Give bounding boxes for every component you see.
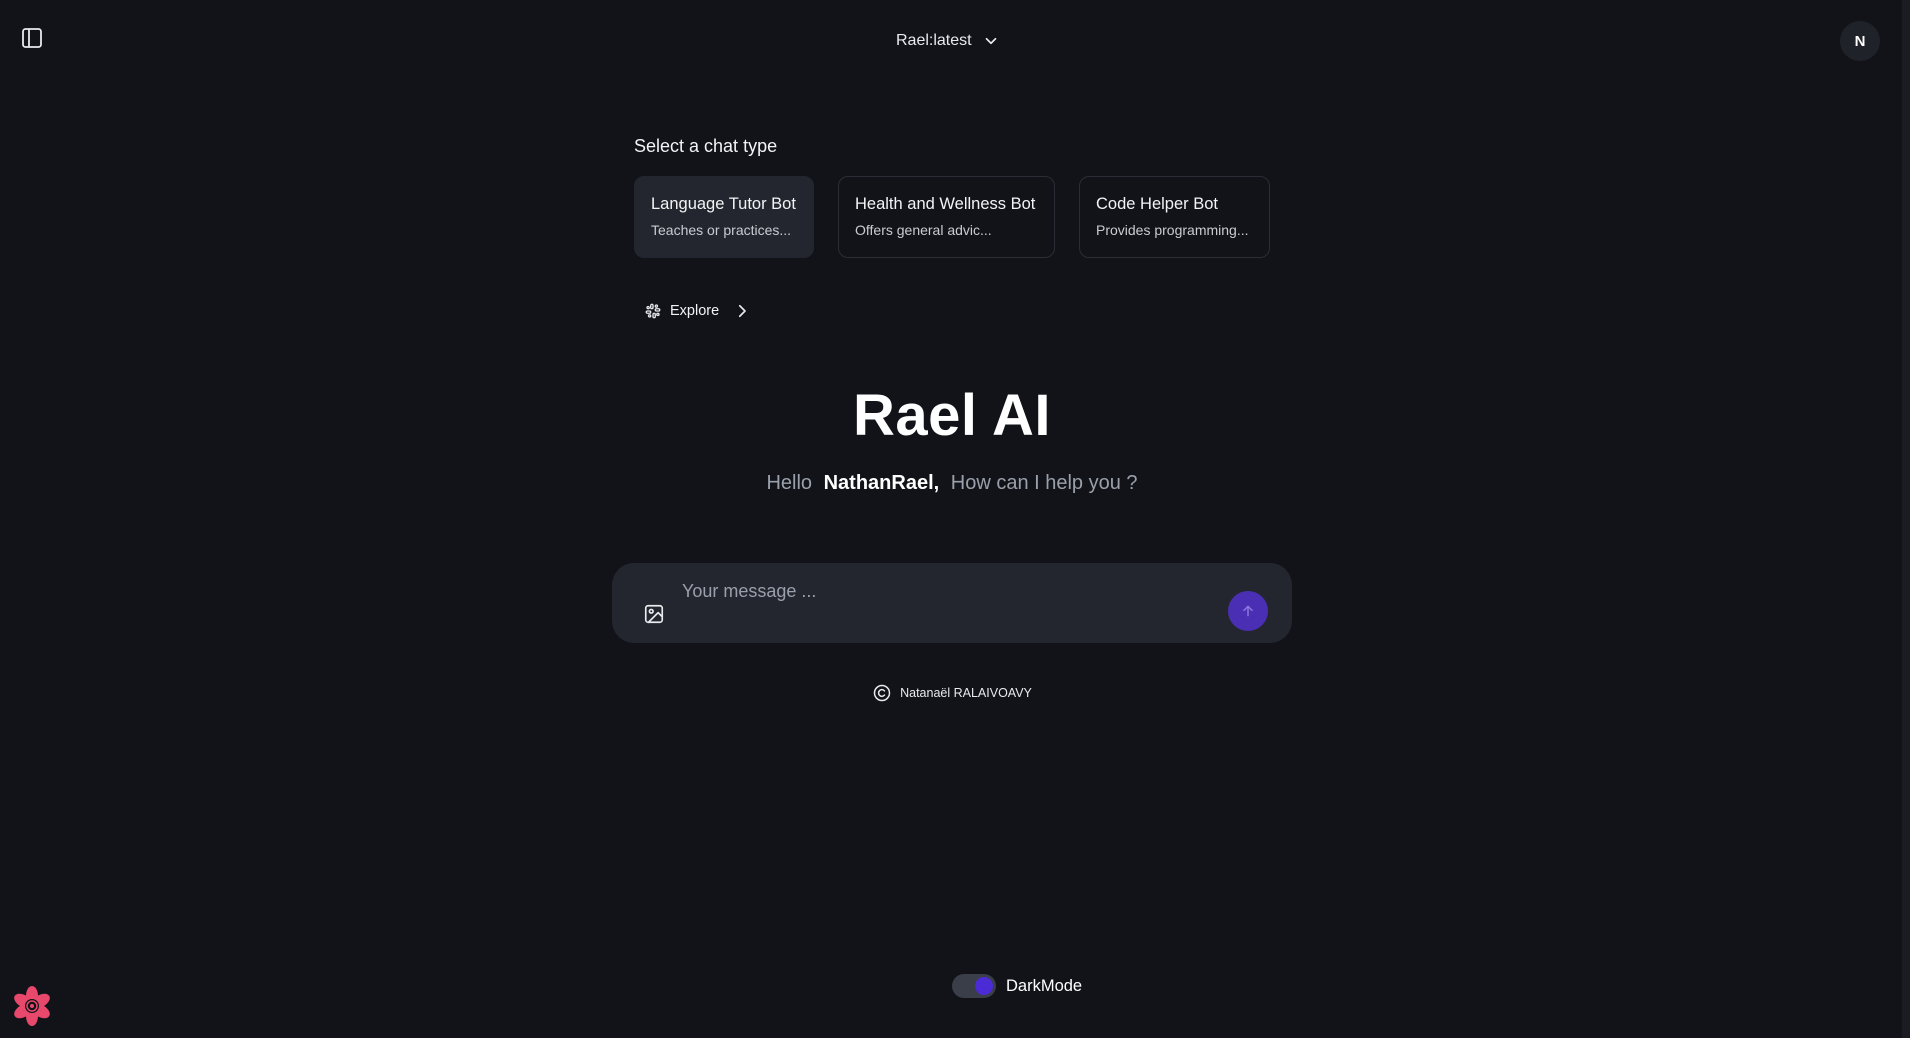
chat-card-description: Provides programming... — [1096, 222, 1249, 238]
chat-card-title: Code Helper Bot — [1096, 195, 1218, 213]
chat-card-title: Language Tutor Bot — [651, 195, 796, 213]
chat-card-description: Offers general advic... — [855, 222, 992, 238]
sidebar-toggle-icon — [22, 28, 42, 48]
chat-type-cards: Language Tutor Bot Teaches or practices.… — [634, 176, 1270, 258]
image-icon — [644, 604, 664, 624]
flower-logo-icon — [14, 986, 50, 1026]
chevron-down-icon — [985, 37, 996, 45]
chat-card-health-wellness[interactable]: Health and Wellness Bot Offers general a… — [838, 176, 1055, 258]
page-scrollbar[interactable] — [1902, 0, 1910, 1038]
copyright-icon — [873, 684, 891, 702]
greeting: Hello NathanRael, How can I help you ? — [0, 472, 1904, 495]
message-input[interactable] — [682, 577, 1202, 605]
user-avatar[interactable]: N — [1840, 21, 1880, 61]
app-title: Rael AI — [853, 383, 1051, 448]
grid-icon — [645, 303, 661, 319]
chevron-right-icon — [739, 304, 746, 318]
send-button[interactable] — [1228, 591, 1268, 631]
explore-label: Explore — [670, 303, 720, 319]
chat-card-language-tutor[interactable]: Language Tutor Bot Teaches or practices.… — [634, 176, 814, 258]
greeting-suffix: How can I help you ? — [950, 472, 1138, 494]
chat-card-description: Teaches or practices... — [651, 222, 792, 238]
model-name: Rael:latest — [896, 32, 972, 49]
copyright: Natanaël RALAIVOAVY — [0, 683, 1904, 703]
chat-card-title: Health and Wellness Bot — [855, 195, 1036, 213]
chat-card-code-helper[interactable]: Code Helper Bot Provides programming... — [1079, 176, 1270, 258]
chat-type-heading: Select a chat type — [634, 136, 778, 156]
model-selector[interactable]: Rael:latest — [896, 28, 1000, 54]
copyright-name: Natanaël RALAIVOAVY — [900, 686, 1032, 700]
darkmode-toggle[interactable]: DarkMode — [952, 973, 1082, 999]
toggle-switch[interactable] — [952, 974, 996, 998]
message-composer — [612, 563, 1292, 643]
darkmode-label: DarkMode — [1006, 976, 1083, 995]
toggle-knob — [975, 977, 993, 995]
arrow-up-icon — [1243, 605, 1253, 617]
explore-link[interactable]: Explore — [644, 300, 751, 322]
image-upload-button[interactable] — [643, 603, 665, 625]
greeting-prefix: Hello — [766, 472, 813, 494]
sidebar-toggle-button[interactable] — [20, 26, 44, 50]
app-root: Rael:latest N Select a chat type Languag… — [0, 0, 1910, 1038]
greeting-user-name: NathanRael, — [823, 472, 940, 494]
